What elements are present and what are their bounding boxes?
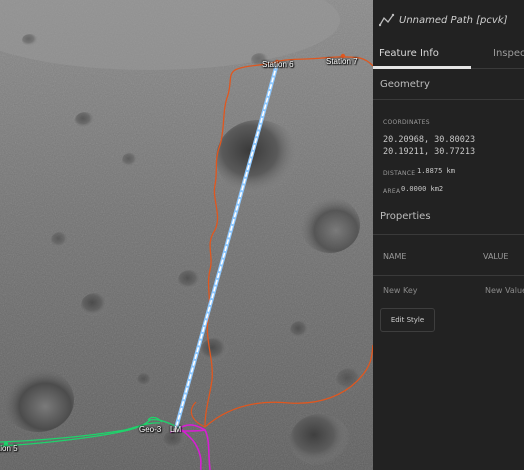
properties-header: Properties (373, 210, 524, 234)
coordinate-2: 20.19211, 30.77213 (383, 147, 476, 157)
station6-label: Station 6 (262, 60, 294, 69)
geometry-header: Geometry (373, 69, 524, 99)
new-key-input[interactable]: New Key (383, 286, 418, 295)
panel-tabs: Feature Info Inspector (373, 40, 524, 69)
edit-style-label: Edit Style (390, 316, 425, 324)
path-icon (379, 13, 395, 27)
geometry-section: COORDINATES 20.20968, 30.80023 20.19211,… (373, 100, 524, 210)
geo3-label: Geo-3 (139, 425, 162, 434)
map-view[interactable]: Station 6 Station 7 Station 5 Geo-3 LM (0, 0, 373, 470)
properties-table: NAME VALUE (373, 235, 524, 275)
feature-panel: Unnamed Path [pcvk] Feature Info Inspect… (373, 0, 524, 470)
new-value-input[interactable]: New Value (485, 286, 524, 295)
edit-style-button[interactable]: Edit Style (380, 308, 435, 332)
station5-label: Station 5 (0, 444, 18, 453)
tab-inspector[interactable]: Inspector (493, 48, 524, 59)
area-label: AREA (383, 188, 401, 195)
lunar-terrain (0, 0, 373, 470)
geometry-title: Geometry (380, 79, 430, 90)
name-column-header: NAME (383, 252, 407, 261)
coordinate-1: 20.20968, 30.80023 (383, 135, 476, 145)
tab-feature-info[interactable]: Feature Info (379, 48, 439, 59)
edit-style-area: Edit Style (373, 306, 524, 346)
distance-value: 1.8875 km (417, 167, 455, 175)
properties-new-row: New Key New Value (373, 276, 524, 306)
properties-title: Properties (380, 211, 431, 222)
value-column-header: VALUE (483, 252, 509, 261)
panel-header: Unnamed Path [pcvk] (373, 0, 524, 40)
coordinates-label: COORDINATES (383, 119, 430, 126)
lm-label: LM (170, 425, 182, 434)
panel-title: Unnamed Path [pcvk] (399, 14, 508, 26)
distance-label: DISTANCE (383, 170, 416, 177)
station7-label: Station 7 (326, 57, 358, 66)
area-value: 0.0000 km2 (401, 185, 444, 193)
